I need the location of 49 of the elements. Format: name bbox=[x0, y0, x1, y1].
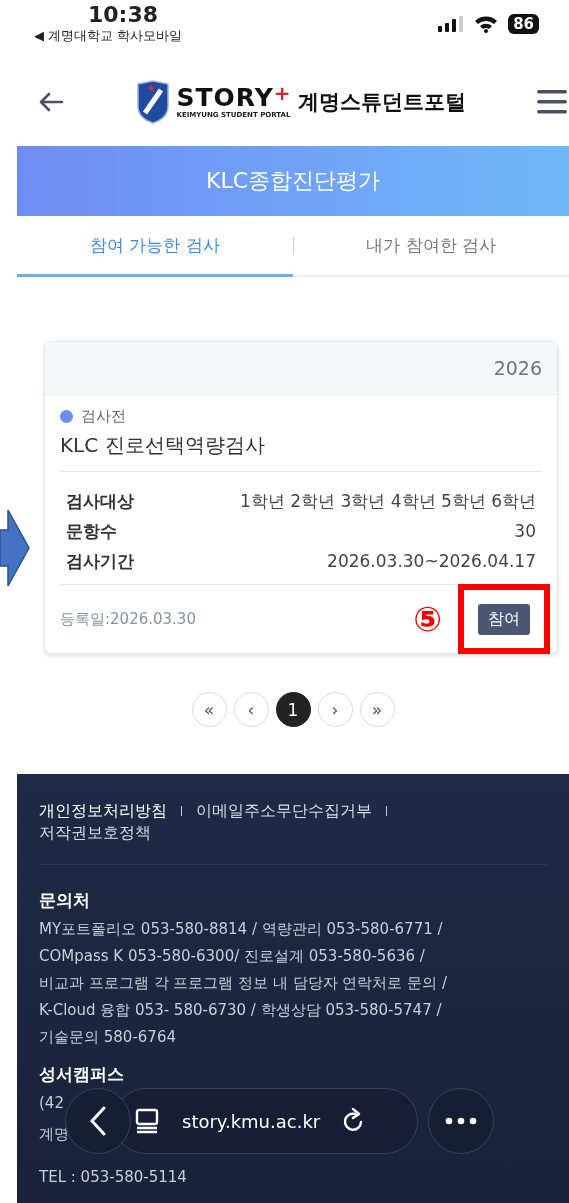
footer-text: 비교과 프로그램 각 프로그램 정보 내 담당자 연락처로 문의 / bbox=[39, 973, 447, 994]
signal-icon bbox=[438, 16, 465, 32]
status-label: 검사전 bbox=[81, 407, 126, 426]
page-button[interactable]: » bbox=[359, 692, 395, 727]
footer-link[interactable]: 저작권보호정책 bbox=[39, 822, 151, 844]
status-time: 10:38 bbox=[88, 2, 159, 28]
page-menu-icon bbox=[134, 1108, 160, 1134]
join-button[interactable]: 참여 bbox=[478, 603, 530, 635]
footer-link[interactable]: 이메일주소무단수집거부 bbox=[196, 800, 372, 822]
logo-wordmark: STORY bbox=[176, 84, 274, 111]
back-arrow-icon[interactable] bbox=[38, 92, 64, 112]
tab[interactable]: 내가 참여한 검사 bbox=[293, 216, 569, 277]
registration-date: 등록일:2026.03.30 bbox=[60, 609, 197, 629]
tab[interactable]: 참여 가능한 검사 bbox=[17, 216, 293, 277]
footer-text: (42 bbox=[39, 1093, 64, 1114]
page-button[interactable]: ‹ bbox=[233, 692, 269, 727]
chevron-left-icon bbox=[88, 1106, 108, 1136]
shield-emblem-icon bbox=[135, 80, 172, 124]
menu-icon[interactable] bbox=[537, 89, 567, 115]
footer-text: TEL : 053-580-5114 bbox=[39, 1167, 187, 1188]
step-number-marker: ⑤ bbox=[413, 600, 442, 638]
page-button[interactable]: › bbox=[317, 692, 353, 727]
logo-plus-mark: + bbox=[273, 84, 291, 101]
footer-text: 계명 bbox=[39, 1124, 69, 1145]
info-value: 30 bbox=[514, 520, 536, 543]
info-value: 2026.03.30~2026.04.17 bbox=[327, 550, 536, 573]
footer-heading: 성서캠퍼스 bbox=[39, 1063, 125, 1086]
info-label: 문항수 bbox=[66, 520, 117, 543]
pointer-arrow-icon bbox=[0, 507, 30, 588]
year-label: 2026 bbox=[45, 342, 557, 395]
footer-text: COMpass K 053-580-6300/ 진로설계 053-580-5636 / bbox=[39, 946, 425, 967]
portal-title: 계명스튜던트포털 bbox=[297, 89, 466, 116]
info-label: 검사대상 bbox=[66, 490, 134, 513]
battery-indicator: 86 bbox=[508, 14, 539, 34]
footer-text: 기술문의 580-6764 bbox=[39, 1027, 176, 1048]
page-title-banner: KLC종합진단평가 bbox=[17, 146, 569, 216]
page-button[interactable]: « bbox=[191, 692, 227, 727]
footer-link[interactable]: 개인정보처리방침 bbox=[39, 800, 167, 822]
page-button[interactable]: 1 bbox=[275, 692, 311, 727]
wifi-icon bbox=[474, 15, 499, 33]
footer-heading: 문의처 bbox=[39, 889, 91, 912]
exam-title: KLC 진로선택역량검사 bbox=[60, 432, 542, 472]
footer-text: K-Cloud 융합 053- 580-6730 / 학생상담 053-580-5747 / bbox=[39, 1000, 442, 1021]
info-label: 검사기간 bbox=[66, 550, 134, 573]
url-text: story.kmu.ac.kr bbox=[182, 1110, 321, 1132]
footer-text: MY포트폴리오 053-580-8814 / 역량관리 053-580-6771 / bbox=[39, 919, 443, 940]
three-dots-icon bbox=[445, 1117, 477, 1125]
info-value: 1학년 2학년 3학년 4학년 5학년 6학년 bbox=[240, 490, 536, 513]
back-to-app-link[interactable]: ◀ 계명대학교 학사모바일 bbox=[34, 28, 183, 44]
